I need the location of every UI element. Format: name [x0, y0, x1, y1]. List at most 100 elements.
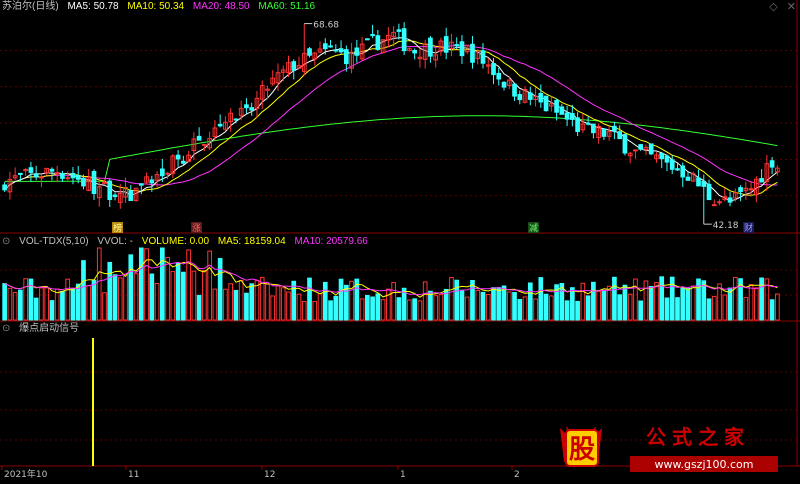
candle-body [675, 168, 680, 171]
close-icon[interactable]: ✕ [787, 1, 796, 13]
volume-bars[interactable] [2, 247, 780, 321]
candle-body [543, 95, 549, 112]
volume-bar [464, 296, 470, 321]
volume-bar [207, 250, 212, 321]
volume-legend: ⊙ VOL-TDX(5,10) VVOL: - VOLUME: 0.00 MA5… [2, 236, 374, 248]
candle-body [375, 35, 381, 50]
candle-body [333, 49, 339, 52]
volume-bar [601, 290, 607, 321]
volume-bar [627, 293, 633, 321]
candle-body [175, 154, 181, 160]
candle-body [711, 204, 717, 207]
vol-name: VOL-TDX(5,10) [19, 236, 89, 247]
ma20-line [4, 44, 778, 191]
candle-body [365, 38, 370, 41]
volume-bar [654, 282, 659, 321]
volume-bar [307, 277, 312, 321]
volume-bar [249, 283, 255, 321]
candle-body [322, 43, 328, 50]
legend-ma5: MA5: 50.78 [67, 1, 119, 12]
volume-bar [107, 261, 113, 321]
diamond-icon[interactable]: ◇ [769, 1, 777, 13]
volume-bar [149, 273, 155, 321]
candle-body [559, 106, 565, 115]
candle-body [39, 176, 44, 179]
volume-bar [522, 296, 528, 321]
volume-bar [2, 283, 7, 321]
candle-body [459, 41, 465, 57]
volume-bar [254, 280, 260, 321]
candle-body [354, 47, 360, 56]
stock-name: 苏泊尔(日线) [2, 1, 59, 12]
candle-body [680, 165, 686, 178]
volume-bar [491, 287, 496, 321]
volume-bar [338, 278, 344, 321]
volume-bar [291, 280, 297, 321]
volume-bar [717, 283, 722, 321]
candle-body [428, 37, 433, 57]
volume-bar [606, 285, 612, 321]
candle-body [244, 104, 249, 109]
volume-bar [422, 281, 428, 321]
legend-ma60: MA60: 51.16 [258, 1, 316, 12]
volume-bar [280, 287, 286, 321]
volume-bar [328, 300, 333, 321]
candle-body [343, 49, 349, 65]
volume-bar [39, 287, 44, 321]
volume-bar [170, 271, 176, 321]
volume-bar [138, 247, 144, 321]
candle-body [401, 28, 407, 52]
chart-stage[interactable]: 68.68 42.18 榜涨减财 2021年10 11 12 1 2 苏泊尔(日线) MA5… [0, 0, 800, 480]
volume-bar [517, 298, 523, 321]
candle-body [159, 168, 165, 177]
volume-bar [175, 262, 181, 321]
signal-bars[interactable] [92, 338, 94, 466]
candle-body [664, 155, 670, 163]
candle-body [727, 197, 733, 203]
volume-bar [732, 276, 738, 321]
candle-body [75, 175, 81, 180]
candle-body [138, 183, 144, 186]
volume-bar [769, 299, 775, 321]
candle-body [49, 168, 55, 172]
vol-dropdown-icon[interactable]: ⊙ [2, 236, 10, 247]
candle-body [696, 177, 701, 187]
volume-bar [312, 301, 318, 321]
candle-body [165, 172, 170, 175]
vol-vvol: VVOL: - [97, 236, 133, 247]
volume-bar [370, 296, 375, 321]
volume-bar [480, 291, 486, 321]
volume-bar [743, 296, 749, 321]
volume-bar [365, 294, 370, 321]
volume-bar [228, 283, 234, 321]
volume-bar [412, 298, 417, 321]
watermark-logo: 股 公式之家 www.gszj100.com [558, 422, 798, 474]
candle-body [701, 180, 707, 187]
candle-body [738, 187, 743, 192]
volume-bar [548, 295, 554, 321]
volume-bar [454, 279, 460, 321]
candle-body [564, 112, 570, 120]
volume-bar [96, 247, 102, 321]
volume-bar [54, 288, 60, 321]
volume-bar [617, 294, 623, 321]
candle-body [496, 72, 502, 80]
watermark-logo-char: 股 [569, 435, 595, 465]
signal-dropdown-icon[interactable]: ⊙ [2, 323, 10, 334]
volume-bar [701, 280, 707, 321]
candle-body [617, 131, 623, 140]
volume-bar [501, 285, 507, 321]
volume-bar [322, 281, 328, 321]
volume-bar [238, 279, 244, 321]
volume-bar [244, 292, 249, 321]
volume-bar [375, 293, 381, 321]
candle-body [112, 194, 118, 198]
candle-body [685, 176, 691, 181]
candle-body [28, 167, 34, 173]
volume-bar [33, 297, 39, 321]
candle-body [338, 48, 344, 53]
volume-bar [633, 278, 638, 321]
volume-bar [533, 298, 538, 321]
candle-body [291, 61, 297, 71]
volume-bar [75, 283, 81, 321]
